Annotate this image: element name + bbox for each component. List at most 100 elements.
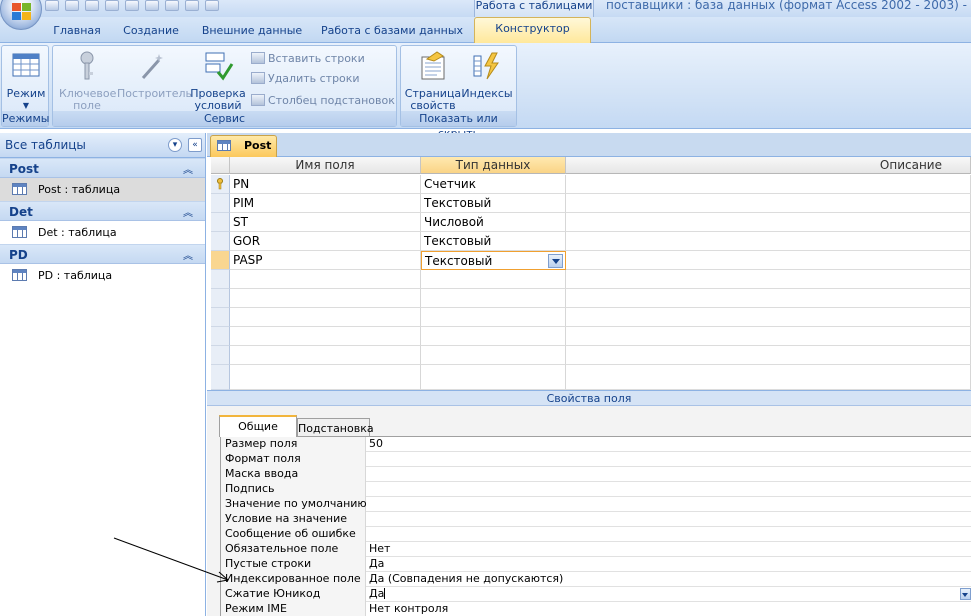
key-field-button[interactable]: Ключевое поле <box>59 50 116 112</box>
nav-pane-header[interactable]: Все таблицы ▾ « <box>0 133 205 158</box>
data-type-cell[interactable]: Числовой <box>421 213 566 232</box>
nav-collapse-icon[interactable]: « <box>188 138 202 152</box>
data-type-cell[interactable] <box>421 346 566 365</box>
nav-group-det[interactable]: Det ︽ <box>0 201 205 221</box>
field-name-cell[interactable]: GOR <box>230 232 421 251</box>
indexes-button[interactable]: Индексы <box>461 50 513 100</box>
data-type-cell[interactable]: Текстовый <box>421 232 566 251</box>
tab-general[interactable]: Общие <box>219 415 297 437</box>
tab-home[interactable]: Главная <box>47 21 107 43</box>
data-type-cell[interactable] <box>421 270 566 289</box>
data-type-dropdown[interactable]: Текстовый <box>421 251 566 270</box>
nav-group-pd[interactable]: PD ︽ <box>0 244 205 264</box>
property-value[interactable] <box>366 497 971 512</box>
row-selector[interactable] <box>211 232 230 251</box>
wand-icon[interactable] <box>105 0 119 11</box>
field-name-cell[interactable] <box>230 308 421 327</box>
description-cell[interactable] <box>566 365 971 390</box>
builder-button[interactable]: Построитель <box>117 50 192 100</box>
row-selector[interactable] <box>211 194 230 213</box>
data-type-cell[interactable]: Счетчик <box>421 175 566 194</box>
field-name-cell[interactable]: PIM <box>230 194 421 213</box>
description-cell[interactable] <box>566 194 971 213</box>
field-name-cell[interactable] <box>230 327 421 346</box>
mode-button[interactable]: Режим ▼ <box>4 50 48 112</box>
row-selector[interactable] <box>211 308 230 327</box>
data-type-cell[interactable] <box>421 365 566 390</box>
field-name-cell[interactable] <box>230 346 421 365</box>
description-cell[interactable] <box>566 232 971 251</box>
row-selector[interactable] <box>211 289 230 308</box>
tab-design[interactable]: Конструктор <box>474 17 591 43</box>
test-validation-button[interactable]: Проверка условий <box>190 50 246 112</box>
tools-icon[interactable] <box>145 0 159 11</box>
property-sheet-button[interactable]: Страница свойств <box>404 50 462 112</box>
lookup-column-button[interactable]: Столбец подстановок <box>251 92 395 110</box>
field-name-cell[interactable] <box>230 289 421 308</box>
field-name-cell[interactable]: ST <box>230 213 421 232</box>
property-value[interactable] <box>366 527 971 542</box>
field-name-cell[interactable] <box>230 365 421 390</box>
undo-icon[interactable] <box>65 0 79 11</box>
description-cell[interactable] <box>566 251 971 270</box>
row-selector[interactable] <box>211 175 230 194</box>
nav-menu-chevron-down-icon[interactable]: ▾ <box>168 138 182 152</box>
form-icon[interactable] <box>125 0 139 11</box>
document-tab-post[interactable]: Post <box>210 135 277 157</box>
column-header-field-name[interactable]: Имя поля <box>230 157 421 174</box>
field-name-cell[interactable] <box>230 270 421 289</box>
nav-item-post-table[interactable]: Post : таблица <box>0 178 205 201</box>
property-value[interactable]: 50 <box>366 437 971 452</box>
filter-icon[interactable] <box>165 0 179 11</box>
description-cell[interactable] <box>566 308 971 327</box>
description-cell[interactable] <box>566 270 971 289</box>
tab-external-data[interactable]: Внешние данные <box>196 21 308 43</box>
insert-rows-button[interactable]: Вставить строки <box>251 50 365 68</box>
property-value[interactable]: Да <box>366 557 971 572</box>
description-cell[interactable] <box>566 327 971 346</box>
property-value[interactable]: Нет <box>366 542 971 557</box>
property-value[interactable]: Нет контроля <box>366 602 971 616</box>
row-selector[interactable] <box>211 327 230 346</box>
select-all-corner[interactable] <box>211 157 230 174</box>
redo-icon[interactable] <box>85 0 99 11</box>
property-value[interactable]: Да (Совпадения не допускаются) <box>366 572 971 587</box>
delete-rows-button[interactable]: Удалить строки <box>251 70 360 88</box>
page-icon[interactable] <box>185 0 199 11</box>
property-value[interactable] <box>366 467 971 482</box>
row-selector[interactable] <box>211 270 230 289</box>
nav-item-pd-table[interactable]: PD : таблица <box>0 264 205 287</box>
data-type-cell[interactable] <box>421 327 566 346</box>
data-type-cell[interactable]: Текстовый <box>421 194 566 213</box>
nav-item-det-table[interactable]: Det : таблица <box>0 221 205 244</box>
row-selector[interactable] <box>211 213 230 232</box>
chevron-up-icon[interactable]: ︽ <box>183 161 193 176</box>
row-selector[interactable] <box>211 365 230 390</box>
chevron-up-icon[interactable]: ︽ <box>183 247 193 262</box>
tab-create[interactable]: Создание <box>118 21 184 43</box>
column-header-data-type[interactable]: Тип данных <box>421 157 566 174</box>
property-value[interactable] <box>366 482 971 497</box>
tab-lookup[interactable]: Подстановка <box>297 418 374 438</box>
chevron-up-icon[interactable]: ︽ <box>183 204 193 219</box>
column-header-description[interactable]: Описание <box>566 157 971 174</box>
description-cell[interactable] <box>566 289 971 308</box>
property-value-active[interactable]: Да <box>366 587 971 602</box>
row-selector[interactable] <box>211 346 230 365</box>
data-type-cell[interactable] <box>421 308 566 327</box>
save-icon[interactable] <box>45 0 59 11</box>
row-selector-current[interactable] <box>211 251 230 270</box>
field-name-cell[interactable]: PASP <box>230 251 421 270</box>
chevron-down-icon[interactable] <box>548 254 563 268</box>
customize-icon[interactable] <box>205 0 219 11</box>
data-type-cell[interactable] <box>421 289 566 308</box>
property-value[interactable] <box>366 512 971 527</box>
chevron-down-icon[interactable] <box>960 588 971 600</box>
description-cell[interactable] <box>566 213 971 232</box>
description-cell[interactable] <box>566 346 971 365</box>
field-name-cell[interactable]: PN <box>230 175 421 194</box>
tab-database-tools[interactable]: Работа с базами данных <box>318 21 466 43</box>
description-cell[interactable] <box>566 175 971 194</box>
nav-group-post[interactable]: Post ︽ <box>0 158 205 178</box>
property-value[interactable] <box>366 452 971 467</box>
